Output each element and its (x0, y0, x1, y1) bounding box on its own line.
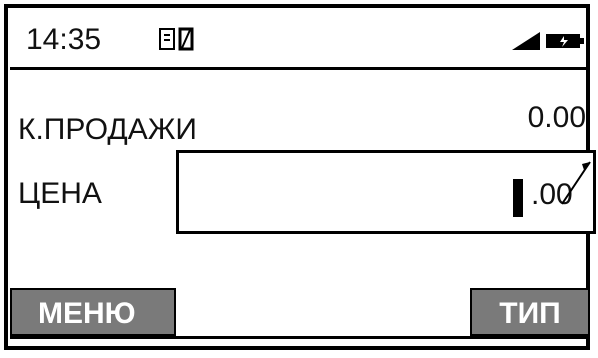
sim-card-icon (159, 27, 194, 51)
price-input[interactable]: .00 (176, 150, 596, 234)
sales-code-value: 0.00 (527, 101, 586, 134)
battery-icon (546, 34, 584, 48)
menu-softkey[interactable]: МЕНЮ (10, 288, 176, 336)
clock-time: 14:35 (26, 23, 102, 56)
sales-code-label: К.ПРОДАЖИ (18, 113, 197, 146)
price-label: ЦЕНА (18, 177, 102, 210)
text-cursor (513, 179, 523, 217)
status-bar: 14:35 (10, 12, 586, 70)
signal-strength-icon (512, 32, 540, 50)
bottom-divider (10, 336, 590, 339)
pointer-arrow-icon (561, 161, 591, 205)
type-softkey[interactable]: ТИП (470, 288, 590, 336)
